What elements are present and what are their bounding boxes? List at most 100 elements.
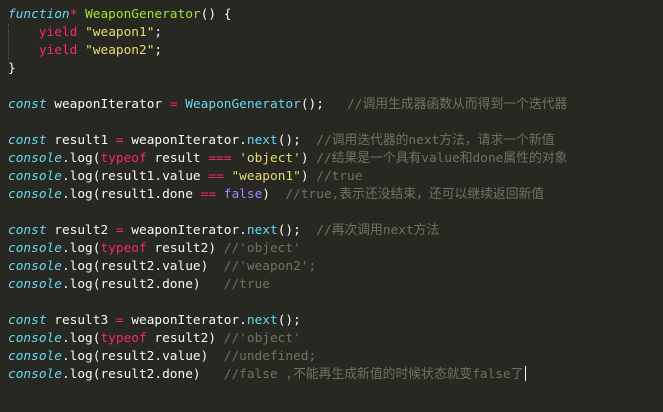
code-token: console <box>8 151 62 166</box>
code-line[interactable]: function* WeaponGenerator() { <box>8 6 663 24</box>
code-token: //false ,不能再生成新值的时候状态就变false了 <box>223 367 524 382</box>
code-line[interactable]: console.log(typeof result === 'object') … <box>8 150 663 168</box>
code-token: () { <box>200 7 232 22</box>
code-token: const <box>8 133 47 148</box>
code-token: result2 <box>46 223 116 238</box>
code-token: result2) <box>146 241 224 256</box>
code-token: .log(result2.value) <box>61 259 224 274</box>
code-line[interactable]: console.log(typeof result2) //'object' <box>8 330 663 348</box>
code-line[interactable]: console.log(result2.done) //false ,不能再生成… <box>8 366 663 384</box>
code-token: console <box>8 241 62 256</box>
code-token: = <box>115 313 124 328</box>
code-token: = <box>169 97 178 112</box>
code-token: (); <box>277 133 317 148</box>
code-line[interactable]: } <box>8 60 663 78</box>
code-token: typeof <box>100 241 147 256</box>
code-line[interactable]: const weaponIterator = WeaponGenerator()… <box>8 96 663 114</box>
code-token: //true,表示还没结束，还可以继续返回新值 <box>285 187 545 202</box>
code-lines[interactable]: function* WeaponGenerator() { yield "wea… <box>8 6 663 384</box>
code-token: console <box>8 277 62 292</box>
code-line[interactable]: const result2 = weaponIterator.next(); /… <box>8 222 663 240</box>
code-token: ) <box>262 187 286 202</box>
code-token: //结果是一个具有value和done属性的对象 <box>316 151 568 166</box>
code-token: = <box>115 223 124 238</box>
code-token: .log( <box>61 241 101 256</box>
code-token: weaponIterator. <box>123 223 247 238</box>
code-token: console <box>8 259 62 274</box>
code-token: yield <box>38 25 78 40</box>
code-token: WeaponGenerator <box>85 7 201 22</box>
code-token: next <box>246 223 278 238</box>
code-token: = <box>115 133 124 148</box>
code-token: result2) <box>146 331 224 346</box>
code-token: //undefined; <box>223 349 317 364</box>
code-token: typeof <box>100 331 147 346</box>
code-line[interactable] <box>8 114 663 132</box>
code-token: function <box>8 7 70 22</box>
code-token: false <box>223 187 263 202</box>
code-token: .log(result2.done) <box>61 367 224 382</box>
code-token: //调用生成器函数从而得到一个迭代器 <box>347 97 568 112</box>
code-token: .log( <box>61 151 101 166</box>
code-token: console <box>8 169 62 184</box>
code-token: "weapon2" <box>85 43 155 58</box>
code-token: yield <box>38 43 78 58</box>
code-token: (); <box>277 223 317 238</box>
code-line[interactable]: console.log(result2.value) //'weapon2'; <box>8 258 663 276</box>
code-token: weaponIterator <box>46 97 170 112</box>
code-token: WeaponGenerator <box>185 97 301 112</box>
code-line[interactable]: const result1 = weaponIterator.next(); /… <box>8 132 663 150</box>
code-line[interactable]: console.log(typeof result2) //'object' <box>8 240 663 258</box>
code-line[interactable]: console.log(result1.value == "weapon1") … <box>8 168 663 186</box>
code-token: //'object' <box>223 241 301 256</box>
code-line[interactable]: console.log(result2.done) //true <box>8 276 663 294</box>
code-token: .log( <box>61 331 101 346</box>
code-token: ; <box>154 25 163 40</box>
code-token: == <box>208 169 224 184</box>
code-token: .log(result2.done) <box>61 277 224 292</box>
code-line[interactable]: const result3 = weaponIterator.next(); <box>8 312 663 330</box>
code-line[interactable] <box>8 204 663 222</box>
code-token: === <box>208 151 232 166</box>
code-token: typeof <box>100 151 147 166</box>
code-line[interactable] <box>8 78 663 96</box>
code-token: const <box>8 313 47 328</box>
code-token: const <box>8 97 47 112</box>
code-token: weaponIterator. <box>123 313 247 328</box>
code-token: console <box>8 349 62 364</box>
code-line[interactable] <box>8 294 663 312</box>
code-token: //'object' <box>223 331 301 346</box>
code-line[interactable]: console.log(result1.done == false) //tru… <box>8 186 663 204</box>
code-token: "weapon1" <box>231 169 301 184</box>
code-token: next <box>246 133 278 148</box>
code-line[interactable]: yield "weapon2"; <box>8 42 663 60</box>
code-token: == <box>200 187 217 202</box>
text-cursor <box>524 366 526 381</box>
code-token: .log(result1.done <box>61 187 201 202</box>
code-token: //调用迭代器的next方法，请求一个新值 <box>316 133 555 148</box>
code-token: "weapon1" <box>85 25 155 40</box>
code-line[interactable]: yield "weapon1"; <box>8 24 663 42</box>
code-token: weaponIterator. <box>123 133 247 148</box>
code-token: .log(result1.value <box>61 169 209 184</box>
code-token: ) <box>300 169 317 184</box>
code-token: result1 <box>46 133 116 148</box>
code-token: .log(result2.value) <box>61 349 224 364</box>
code-token: * <box>69 7 86 22</box>
code-token: console <box>8 187 62 202</box>
code-editor[interactable]: function* WeaponGenerator() { yield "wea… <box>0 0 663 412</box>
code-token: //再次调用next方法 <box>316 223 440 238</box>
code-token: console <box>8 331 62 346</box>
code-line[interactable]: console.log(result2.value) //undefined; <box>8 348 663 366</box>
code-token: } <box>8 61 16 76</box>
code-token: next <box>246 313 278 328</box>
code-token: 'object' <box>239 151 301 166</box>
code-token: result <box>146 151 209 166</box>
code-token: result3 <box>46 313 116 328</box>
code-token: const <box>8 223 47 238</box>
